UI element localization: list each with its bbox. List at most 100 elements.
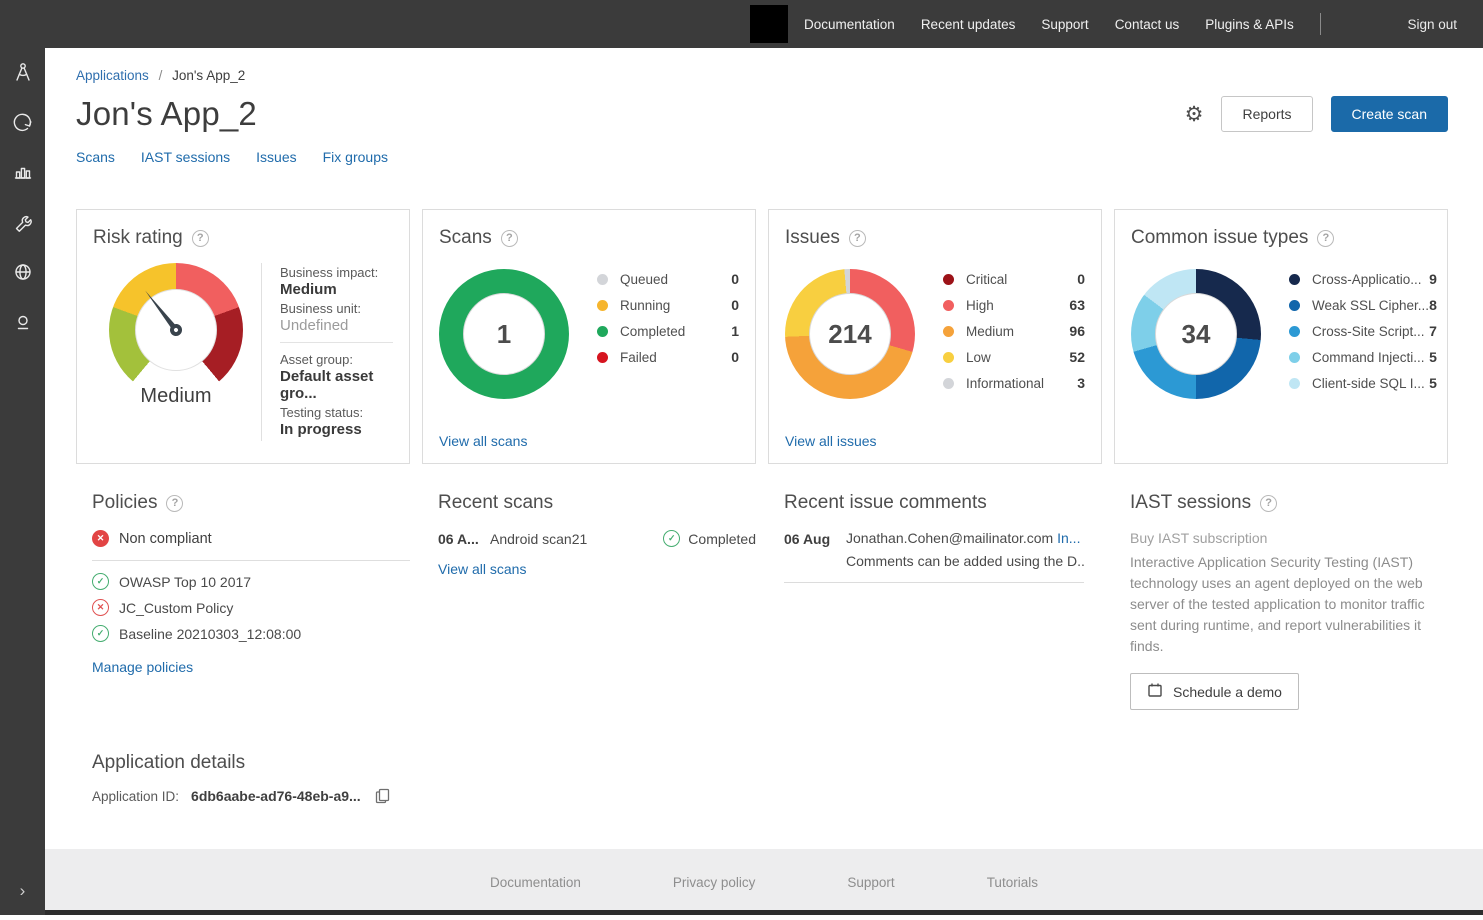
informational-dot xyxy=(943,378,954,389)
low-dot xyxy=(943,352,954,363)
business-impact-value: Medium xyxy=(280,281,393,298)
divider xyxy=(280,342,393,343)
nav-divider xyxy=(1320,13,1321,35)
scan-name: Android scan21 xyxy=(490,531,587,547)
sidebar-item-account[interactable] xyxy=(11,312,35,336)
view-all-scans-link[interactable]: View all scans xyxy=(438,561,526,577)
copy-icon[interactable] xyxy=(375,788,390,804)
sidebar-item-tools[interactable] xyxy=(11,212,35,236)
issues-legend: Critical0 High63 Medium96 Low52 Informat… xyxy=(943,271,1085,401)
iast-sessions-section: IAST sessions ? Buy IAST subscription In… xyxy=(1114,492,1448,710)
footer-privacy-policy-link[interactable]: Privacy policy xyxy=(673,875,756,890)
common-issue-types-card: Common issue types ? 34 Cross-Applicatio… xyxy=(1114,209,1448,464)
scans-title: Scans xyxy=(439,227,492,249)
breadcrumb-applications-link[interactable]: Applications xyxy=(76,68,149,83)
create-scan-button[interactable]: Create scan xyxy=(1331,96,1448,132)
common-issue-types-total: 34 xyxy=(1182,319,1211,350)
nav-recent-updates[interactable]: Recent updates xyxy=(921,17,1016,32)
common-issue-types-title: Common issue types xyxy=(1131,227,1308,249)
policy-fail-icon: ✕ xyxy=(92,599,109,616)
asset-group-label: Asset group: xyxy=(280,352,393,367)
risk-gauge xyxy=(109,263,243,397)
testing-status-label: Testing status: xyxy=(280,405,393,420)
wrench-icon xyxy=(12,211,34,238)
business-impact-label: Business impact: xyxy=(280,265,393,280)
recent-scans-section: Recent scans 06 A... Android scan21 ✓ Co… xyxy=(422,492,756,579)
top-nav: Documentation Recent updates Support Con… xyxy=(804,17,1294,32)
nav-plugins-apis[interactable]: Plugins & APIs xyxy=(1205,17,1294,32)
tab-scans[interactable]: Scans xyxy=(76,149,115,165)
help-icon[interactable]: ? xyxy=(1317,230,1334,247)
tab-iast-sessions[interactable]: IAST sessions xyxy=(141,149,230,165)
recent-scan-row[interactable]: 06 A... Android scan21 ✓ Completed xyxy=(438,530,756,547)
sidebar-item-global[interactable] xyxy=(11,262,35,286)
tab-issues[interactable]: Issues xyxy=(256,149,296,165)
left-sidebar: › xyxy=(0,48,45,915)
queued-dot xyxy=(597,274,608,285)
user-icon xyxy=(12,311,34,338)
divider xyxy=(784,582,1084,583)
comment-text: Comments can be added using the D... xyxy=(846,553,1084,569)
business-unit-label: Business unit: xyxy=(280,301,393,316)
comment-date: 06 Aug xyxy=(784,530,846,569)
footer-tutorials-link[interactable]: Tutorials xyxy=(987,875,1038,890)
view-all-scans-link[interactable]: View all scans xyxy=(439,433,739,449)
policies-section: Policies ? ✕ Non compliant ✓ OWASP Top 1… xyxy=(76,492,410,677)
sidebar-item-scans[interactable] xyxy=(11,112,35,136)
schedule-demo-label: Schedule a demo xyxy=(1173,684,1282,700)
view-all-issues-link[interactable]: View all issues xyxy=(785,433,1085,449)
business-unit-value: Undefined xyxy=(280,317,393,334)
sign-out-link[interactable]: Sign out xyxy=(1407,17,1457,32)
calendar-icon xyxy=(1147,682,1163,701)
comment-issue-link[interactable]: In... xyxy=(1057,530,1080,546)
bar-chart-icon xyxy=(12,161,34,188)
policy-name: JC_Custom Policy xyxy=(119,600,233,616)
schedule-demo-button[interactable]: Schedule a demo xyxy=(1130,673,1299,710)
non-compliant-icon: ✕ xyxy=(92,530,109,547)
application-id-label: Application ID: xyxy=(92,789,179,804)
scans-legend: Queued0 Running0 Completed1 Failed0 xyxy=(597,271,739,399)
type-dot xyxy=(1289,274,1300,285)
manage-policies-link[interactable]: Manage policies xyxy=(92,659,193,675)
brand-logo[interactable] xyxy=(750,5,788,43)
application-details-title: Application details xyxy=(92,752,245,774)
footer-support-link[interactable]: Support xyxy=(847,875,894,890)
issues-title: Issues xyxy=(785,227,840,249)
application-id-value: 6db6aabe-ad76-48eb-a9... xyxy=(191,788,361,804)
high-dot xyxy=(943,300,954,311)
horizontal-scrollbar[interactable] xyxy=(45,910,1483,915)
help-icon[interactable]: ? xyxy=(501,230,518,247)
recent-issue-comments-section: Recent issue comments 06 Aug Jonathan.Co… xyxy=(768,492,1102,583)
help-icon[interactable]: ? xyxy=(849,230,866,247)
medium-dot xyxy=(943,326,954,337)
sidebar-item-applications[interactable] xyxy=(11,62,35,86)
risk-details: Business impact: Medium Business unit: U… xyxy=(261,263,393,441)
breadcrumb-current: Jon's App_2 xyxy=(172,68,245,83)
failed-dot xyxy=(597,352,608,363)
comment-author: Jonathan.Cohen@mailinator.com xyxy=(846,530,1053,546)
scans-card: Scans ? 1 Queued0 Running0 Completed1 Fa… xyxy=(422,209,756,464)
scans-total: 1 xyxy=(497,319,511,350)
help-icon[interactable]: ? xyxy=(192,230,209,247)
breadcrumb-separator: / xyxy=(159,68,163,83)
help-icon[interactable]: ? xyxy=(1260,495,1277,512)
iast-description: Interactive Application Security Testing… xyxy=(1130,552,1432,657)
critical-dot xyxy=(943,274,954,285)
sidebar-expand-chevron[interactable]: › xyxy=(0,881,45,901)
policy-name: Baseline 20210303_12:08:00 xyxy=(119,626,301,642)
iast-subtitle: Buy IAST subscription xyxy=(1130,530,1432,546)
settings-gear-icon[interactable]: ⚙ xyxy=(1185,104,1204,125)
nav-support[interactable]: Support xyxy=(1041,17,1088,32)
top-bar: Documentation Recent updates Support Con… xyxy=(0,0,1483,48)
sidebar-item-analytics[interactable] xyxy=(11,162,35,186)
type-dot xyxy=(1289,378,1300,389)
nav-contact-us[interactable]: Contact us xyxy=(1115,17,1180,32)
testing-status-value: In progress xyxy=(280,421,393,438)
footer-documentation-link[interactable]: Documentation xyxy=(490,875,581,890)
help-icon[interactable]: ? xyxy=(166,495,183,512)
completed-dot xyxy=(597,326,608,337)
nav-documentation[interactable]: Documentation xyxy=(804,17,895,32)
policy-name: OWASP Top 10 2017 xyxy=(119,574,251,590)
tab-fix-groups[interactable]: Fix groups xyxy=(323,149,388,165)
reports-button[interactable]: Reports xyxy=(1221,96,1312,132)
